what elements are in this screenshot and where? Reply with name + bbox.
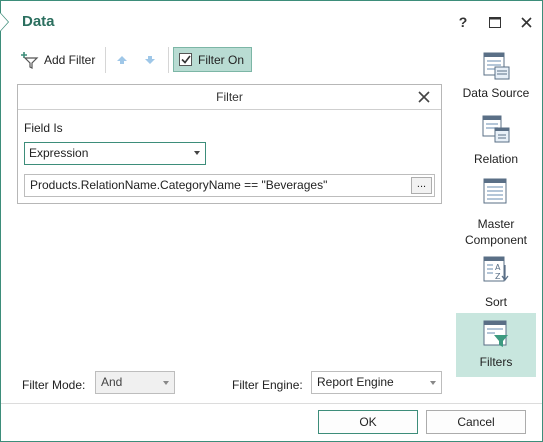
help-button[interactable]: ? <box>452 11 474 33</box>
close-icon <box>418 91 430 103</box>
ok-button[interactable]: OK <box>318 410 418 434</box>
filter-on-toggle[interactable]: Filter On <box>173 47 252 72</box>
chevron-down-icon <box>430 381 436 385</box>
filter-engine-value: Report Engine <box>317 375 394 389</box>
footer-divider <box>1 403 542 404</box>
filter-mode-label: Filter Mode: <box>22 378 86 392</box>
field-is-label: Field Is <box>24 121 63 135</box>
chevron-down-icon <box>163 381 169 385</box>
title-bar: Data ? <box>1 1 542 43</box>
svg-text:A: A <box>495 263 501 272</box>
filter-engine-label: Filter Engine: <box>232 378 303 392</box>
sidebar-item-label: Data Source <box>462 86 530 100</box>
filter-mode-value: And <box>101 375 123 389</box>
sidebar-item-label: Relation <box>473 152 519 166</box>
expression-input[interactable]: Products.RelationName.CategoryName == "B… <box>24 174 435 197</box>
sidebar-item-label-line1: Master <box>477 217 515 231</box>
expression-value: Products.RelationName.CategoryName == "B… <box>30 178 328 192</box>
sidebar-item-data-source[interactable]: Data Source <box>456 51 536 109</box>
dialog-title: Data <box>22 13 55 30</box>
filters-icon <box>483 320 508 347</box>
toolbar-separator <box>168 47 169 73</box>
master-component-icon <box>483 178 507 204</box>
sidebar-item-label: Sort <box>484 295 507 309</box>
filter-panel: Filter Field Is Expression Products.Rela… <box>17 84 442 204</box>
filter-mode-select[interactable]: And <box>95 371 175 394</box>
move-up-button[interactable] <box>116 48 130 72</box>
add-filter-button[interactable]: Add Filter <box>21 48 95 72</box>
toolbar: Add Filter Filter On <box>17 47 437 73</box>
svg-text:Z: Z <box>495 272 501 281</box>
close-button[interactable] <box>515 11 537 33</box>
sidebar-item-filters[interactable]: Filters <box>456 313 536 377</box>
toolbar-separator <box>105 47 106 73</box>
sidebar-item-label: Filters <box>479 355 513 369</box>
cancel-button[interactable]: Cancel <box>426 410 526 434</box>
chevron-down-icon <box>194 151 200 155</box>
remove-filter-button[interactable] <box>416 89 432 105</box>
filter-engine-select[interactable]: Report Engine <box>311 371 442 394</box>
arrow-down-icon <box>145 56 155 64</box>
maximize-button[interactable] <box>484 11 506 33</box>
filter-options-row: Filter Mode: And Filter Engine: Report E… <box>1 371 542 401</box>
data-source-icon <box>483 52 510 80</box>
sidebar-item-master-component[interactable]: Master Component <box>456 177 536 249</box>
sidebar: Data Source Relation Master Component A … <box>456 47 536 377</box>
close-icon <box>520 16 532 28</box>
filter-on-checkbox[interactable] <box>179 53 192 66</box>
data-dialog: Data ? Add Filter Filter On Filter Field… <box>0 0 543 442</box>
expression-editor-button[interactable]: ... <box>411 177 432 194</box>
relation-icon <box>482 115 510 143</box>
field-type-value: Expression <box>29 146 89 160</box>
sidebar-item-relation[interactable]: Relation <box>456 114 536 170</box>
sort-icon: A Z <box>483 256 509 282</box>
filter-panel-title: Filter <box>216 90 243 104</box>
filter-on-label: Filter On <box>198 52 245 67</box>
maximize-icon <box>489 16 501 28</box>
add-filter-icon <box>21 52 39 69</box>
filter-panel-header: Filter <box>18 85 441 110</box>
add-filter-label: Add Filter <box>44 53 96 67</box>
arrow-up-icon <box>117 56 127 64</box>
check-icon <box>180 55 191 64</box>
sidebar-item-label-line2: Component <box>464 233 528 247</box>
move-down-button[interactable] <box>144 48 158 72</box>
field-type-select[interactable]: Expression <box>24 142 206 165</box>
sidebar-item-sort[interactable]: A Z Sort <box>456 255 536 311</box>
